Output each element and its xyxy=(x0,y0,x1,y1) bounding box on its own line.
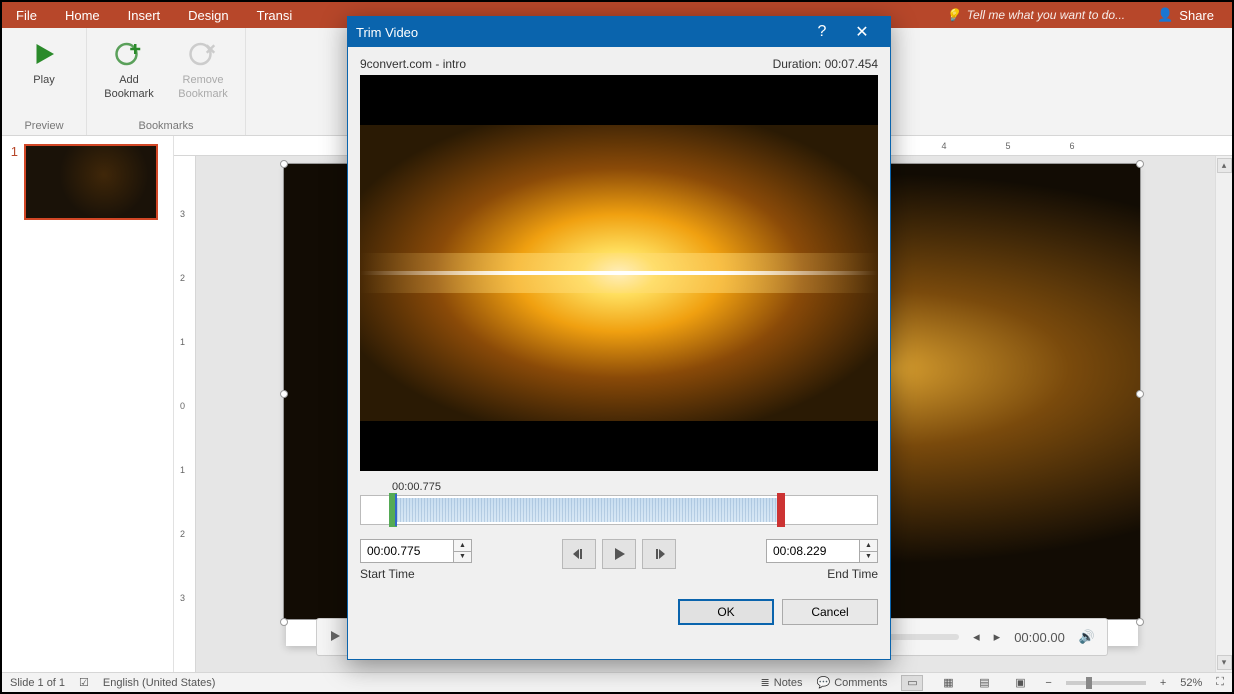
fit-window-icon[interactable]: ⛶ xyxy=(1216,676,1224,689)
resize-handle[interactable] xyxy=(280,618,288,626)
slideshow-view-icon[interactable]: ▣ xyxy=(1009,675,1031,691)
play-button[interactable]: Play xyxy=(10,32,78,86)
video-filename: 9convert.com - intro xyxy=(360,57,466,71)
video-preview xyxy=(360,75,878,471)
share-icon: 👤 xyxy=(1157,7,1173,23)
slide-number: 1 xyxy=(6,144,18,220)
share-button[interactable]: 👤 Share xyxy=(1139,2,1232,28)
group-label-preview: Preview xyxy=(10,118,78,135)
resize-handle[interactable] xyxy=(280,390,288,398)
video-time: 00:00.00 xyxy=(1014,630,1065,645)
resize-handle[interactable] xyxy=(280,160,288,168)
reading-view-icon[interactable]: ▤ xyxy=(973,675,995,691)
comments-button[interactable]: 💬Comments xyxy=(817,676,888,689)
notes-button[interactable]: ≣Notes xyxy=(761,676,803,689)
group-preview: Play Preview xyxy=(2,28,87,135)
video-play-icon[interactable] xyxy=(329,630,341,645)
next-icon[interactable]: ▸ xyxy=(994,629,1001,645)
status-bar: Slide 1 of 1 ☑ English (United States) ≣… xyxy=(2,672,1232,692)
play-icon xyxy=(26,36,62,72)
volume-icon[interactable]: 🔊 xyxy=(1079,629,1095,645)
next-frame-button[interactable] xyxy=(642,539,676,569)
playhead-time: 00:00.775 xyxy=(392,481,878,493)
sorter-view-icon[interactable]: ▦ xyxy=(937,675,959,691)
prev-icon[interactable]: ◂ xyxy=(973,629,980,645)
slide-thumbnail-panel: 1 xyxy=(2,136,174,672)
prev-frame-button[interactable] xyxy=(562,539,596,569)
trim-video-dialog: Trim Video ? ✕ 9convert.com - intro Dura… xyxy=(347,16,891,660)
spin-down-icon[interactable]: ▼ xyxy=(860,552,877,563)
timeline-section: 00:00.775 xyxy=(360,481,878,525)
zoom-level[interactable]: 52% xyxy=(1180,677,1202,689)
start-time-spinner[interactable]: ▲▼ xyxy=(454,539,472,563)
tab-design[interactable]: Design xyxy=(174,2,242,28)
start-time-label: Start Time xyxy=(360,567,472,581)
lightbulb-icon: 💡 xyxy=(946,8,961,22)
video-duration: Duration: 00:07.454 xyxy=(773,57,878,71)
zoom-slider[interactable] xyxy=(1066,681,1146,685)
zoom-out-icon[interactable]: − xyxy=(1045,677,1051,689)
play-preview-button[interactable] xyxy=(602,539,636,569)
dialog-body: 9convert.com - intro Duration: 00:07.454… xyxy=(348,47,890,659)
group-bookmarks: AddBookmark RemoveBookmark Bookmarks xyxy=(87,28,246,135)
zoom-in-icon[interactable]: + xyxy=(1160,677,1166,689)
ok-button[interactable]: OK xyxy=(678,599,774,625)
end-time-input[interactable] xyxy=(766,539,860,563)
resize-handle[interactable] xyxy=(1136,618,1144,626)
resize-handle[interactable] xyxy=(1136,160,1144,168)
slide-counter: Slide 1 of 1 xyxy=(10,677,65,689)
slide-thumbnail-1[interactable] xyxy=(24,144,158,220)
spin-up-icon[interactable]: ▲ xyxy=(860,540,877,552)
trim-end-handle[interactable] xyxy=(777,493,785,527)
tab-transitions[interactable]: Transi xyxy=(243,2,307,28)
spin-down-icon[interactable]: ▼ xyxy=(454,552,471,563)
scroll-down-icon[interactable]: ▾ xyxy=(1217,655,1232,670)
add-bookmark-icon xyxy=(111,36,147,72)
vertical-scrollbar[interactable]: ▴ ▾ xyxy=(1215,156,1232,672)
spellcheck-icon[interactable]: ☑ xyxy=(79,676,89,689)
end-time-spinner[interactable]: ▲▼ xyxy=(860,539,878,563)
normal-view-icon[interactable]: ▭ xyxy=(901,675,923,691)
tellme-search[interactable]: 💡 Tell me what you want to do... xyxy=(932,2,1139,28)
remove-bookmark-icon xyxy=(185,36,221,72)
start-time-input[interactable] xyxy=(360,539,454,563)
tab-insert[interactable]: Insert xyxy=(114,2,175,28)
help-button[interactable]: ? xyxy=(802,17,842,47)
language[interactable]: English (United States) xyxy=(103,677,216,689)
resize-handle[interactable] xyxy=(1136,390,1144,398)
dialog-title: Trim Video xyxy=(356,25,418,40)
dialog-titlebar[interactable]: Trim Video ? ✕ xyxy=(348,17,890,47)
scroll-up-icon[interactable]: ▴ xyxy=(1217,158,1232,173)
cancel-button[interactable]: Cancel xyxy=(782,599,878,625)
end-time-label: End Time xyxy=(827,567,878,581)
spin-up-icon[interactable]: ▲ xyxy=(454,540,471,552)
waveform xyxy=(391,498,783,522)
tab-file[interactable]: File xyxy=(2,2,51,28)
ruler-vertical: 3 2 1 0 1 2 3 xyxy=(174,156,196,672)
trim-timeline[interactable] xyxy=(360,495,878,525)
playhead[interactable] xyxy=(395,494,397,526)
tab-home[interactable]: Home xyxy=(51,2,114,28)
close-button[interactable]: ✕ xyxy=(842,17,882,47)
remove-bookmark-button: RemoveBookmark xyxy=(169,32,237,100)
close-icon: ✕ xyxy=(855,22,868,42)
group-label-bookmarks: Bookmarks xyxy=(95,118,237,135)
add-bookmark-button[interactable]: AddBookmark xyxy=(95,32,163,100)
